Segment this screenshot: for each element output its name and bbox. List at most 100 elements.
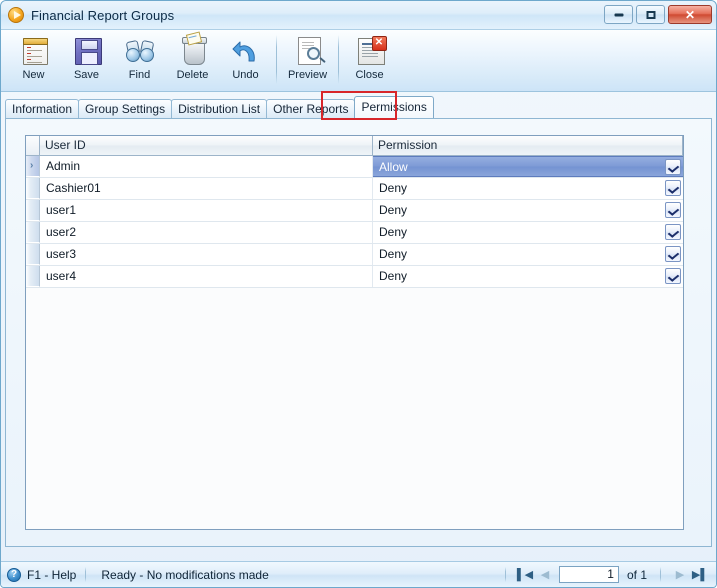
last-record-button[interactable]: ▶▌ (690, 566, 710, 584)
cell-user-id[interactable]: user3 (40, 244, 373, 265)
toolbar-separator-2 (338, 35, 339, 84)
tab-group-settings[interactable]: Group Settings (78, 99, 173, 118)
row-selector[interactable] (26, 244, 40, 265)
save-button-label: Save (73, 69, 100, 81)
tab-permissions[interactable]: Permissions (354, 96, 434, 118)
title-bar: Financial Report Groups ✕ (1, 1, 716, 30)
application-window: Financial Report Groups ✕ New Save Find … (0, 0, 717, 588)
next-record-button[interactable]: ▶ (670, 566, 690, 584)
column-header-permission[interactable]: Permission (373, 136, 683, 155)
table-row[interactable]: user2 Deny (26, 222, 683, 244)
window-controls: ✕ (604, 5, 712, 24)
find-button[interactable]: Find (113, 30, 166, 91)
table-row[interactable]: user4 Deny (26, 266, 683, 288)
page-number-input[interactable]: 1 (558, 566, 619, 583)
first-record-button[interactable]: ▌◀ (515, 566, 535, 584)
page-count-label: of 1 (626, 567, 647, 582)
minimize-button[interactable] (604, 5, 633, 24)
permission-dropdown-button[interactable] (665, 159, 681, 175)
tab-other-reports-label: Other Reports (273, 102, 349, 116)
binoculars-icon (123, 34, 157, 68)
cell-permission-value: Allow (379, 160, 408, 174)
toolbar-separator (276, 35, 277, 84)
preview-button-label: Preview (287, 69, 328, 81)
cell-user-id[interactable]: user4 (40, 266, 373, 287)
tab-information-label: Information (12, 102, 73, 116)
cell-permission[interactable]: Deny (373, 178, 683, 199)
cell-permission[interactable]: Deny (373, 200, 683, 221)
tab-group-settings-label: Group Settings (85, 102, 166, 116)
permissions-tab-page: User ID Permission › Admin Allow Cashier… (5, 118, 712, 547)
tab-information[interactable]: Information (5, 99, 80, 118)
grid-header-row: User ID Permission (26, 136, 683, 156)
record-navigator: ▌◀ ◀ 1 of 1 ▶ ▶▌ (496, 566, 710, 584)
permission-dropdown-button[interactable] (665, 224, 681, 240)
tab-distribution-list[interactable]: Distribution List (171, 99, 268, 118)
status-divider (85, 567, 87, 582)
find-button-label: Find (128, 69, 151, 81)
table-row[interactable]: Cashier01 Deny (26, 178, 683, 200)
cell-permission-value: Deny (379, 269, 408, 283)
cell-permission[interactable]: Deny (373, 244, 683, 265)
column-header-user-id[interactable]: User ID (40, 136, 373, 155)
status-bar: ? F1 - Help Ready - No modifications mad… (1, 561, 716, 587)
nav-divider-2 (660, 567, 661, 582)
new-document-icon (17, 34, 51, 68)
permissions-grid[interactable]: User ID Permission › Admin Allow Cashier… (25, 135, 684, 530)
play-circle-icon (8, 7, 24, 23)
close-button[interactable]: ✕ Close (343, 30, 396, 91)
close-button-label: Close (355, 69, 384, 81)
permission-dropdown-button[interactable] (665, 202, 681, 218)
cell-user-id[interactable]: user2 (40, 222, 373, 243)
delete-button[interactable]: Delete (166, 30, 219, 91)
row-selector[interactable] (26, 222, 40, 243)
permission-dropdown-button[interactable] (665, 268, 681, 284)
current-row-indicator-icon: › (30, 160, 34, 171)
status-message: Ready - No modifications made (101, 567, 269, 582)
help-icon[interactable]: ? (7, 567, 21, 582)
grid-corner-header (26, 136, 40, 155)
trash-bin-icon (176, 31, 210, 68)
cell-permission-value: Deny (379, 203, 408, 217)
permission-dropdown-button[interactable] (665, 246, 681, 262)
cell-permission-value: Deny (379, 181, 408, 195)
tab-distribution-list-label: Distribution List (178, 102, 261, 116)
table-row[interactable]: user1 Deny (26, 200, 683, 222)
close-window-button[interactable]: ✕ (668, 5, 712, 24)
undo-arrow-icon (229, 34, 263, 68)
tab-permissions-label: Permissions (361, 100, 427, 114)
tab-other-reports[interactable]: Other Reports (266, 99, 356, 118)
maximize-button[interactable] (636, 5, 665, 24)
row-selector[interactable] (26, 266, 40, 287)
preview-button[interactable]: Preview (281, 30, 334, 91)
save-button[interactable]: Save (60, 30, 113, 91)
cell-permission-value: Deny (379, 247, 408, 261)
cell-permission[interactable]: Allow (373, 156, 683, 177)
cell-user-id[interactable]: Admin (40, 156, 373, 177)
permission-dropdown-button[interactable] (665, 180, 681, 196)
document-close-icon: ✕ (353, 34, 387, 68)
cell-permission[interactable]: Deny (373, 266, 683, 287)
toolbar: New Save Find Delete Undo Preview ✕ Clos… (1, 30, 716, 92)
cell-user-id[interactable]: user1 (40, 200, 373, 221)
cell-permission-value: Deny (379, 225, 408, 239)
delete-button-label: Delete (176, 69, 209, 81)
undo-button-label: Undo (232, 69, 259, 81)
help-label[interactable]: F1 - Help (27, 568, 76, 582)
row-selector[interactable] (26, 200, 40, 221)
cell-permission[interactable]: Deny (373, 222, 683, 243)
page-magnifier-icon (291, 34, 326, 68)
nav-divider (504, 567, 506, 582)
window-title: Financial Report Groups (31, 7, 175, 23)
previous-record-button[interactable]: ◀ (535, 566, 555, 584)
cell-user-id[interactable]: Cashier01 (40, 178, 373, 199)
table-row[interactable]: user3 Deny (26, 244, 683, 266)
row-selector[interactable]: › (26, 156, 40, 177)
row-selector[interactable] (26, 178, 40, 199)
floppy-disk-icon (70, 34, 104, 68)
table-row[interactable]: › Admin Allow (26, 156, 683, 178)
new-button[interactable]: New (7, 30, 60, 91)
new-button-label: New (22, 69, 45, 81)
undo-button[interactable]: Undo (219, 30, 272, 91)
tab-bar: Information Group Settings Distribution … (5, 91, 716, 120)
